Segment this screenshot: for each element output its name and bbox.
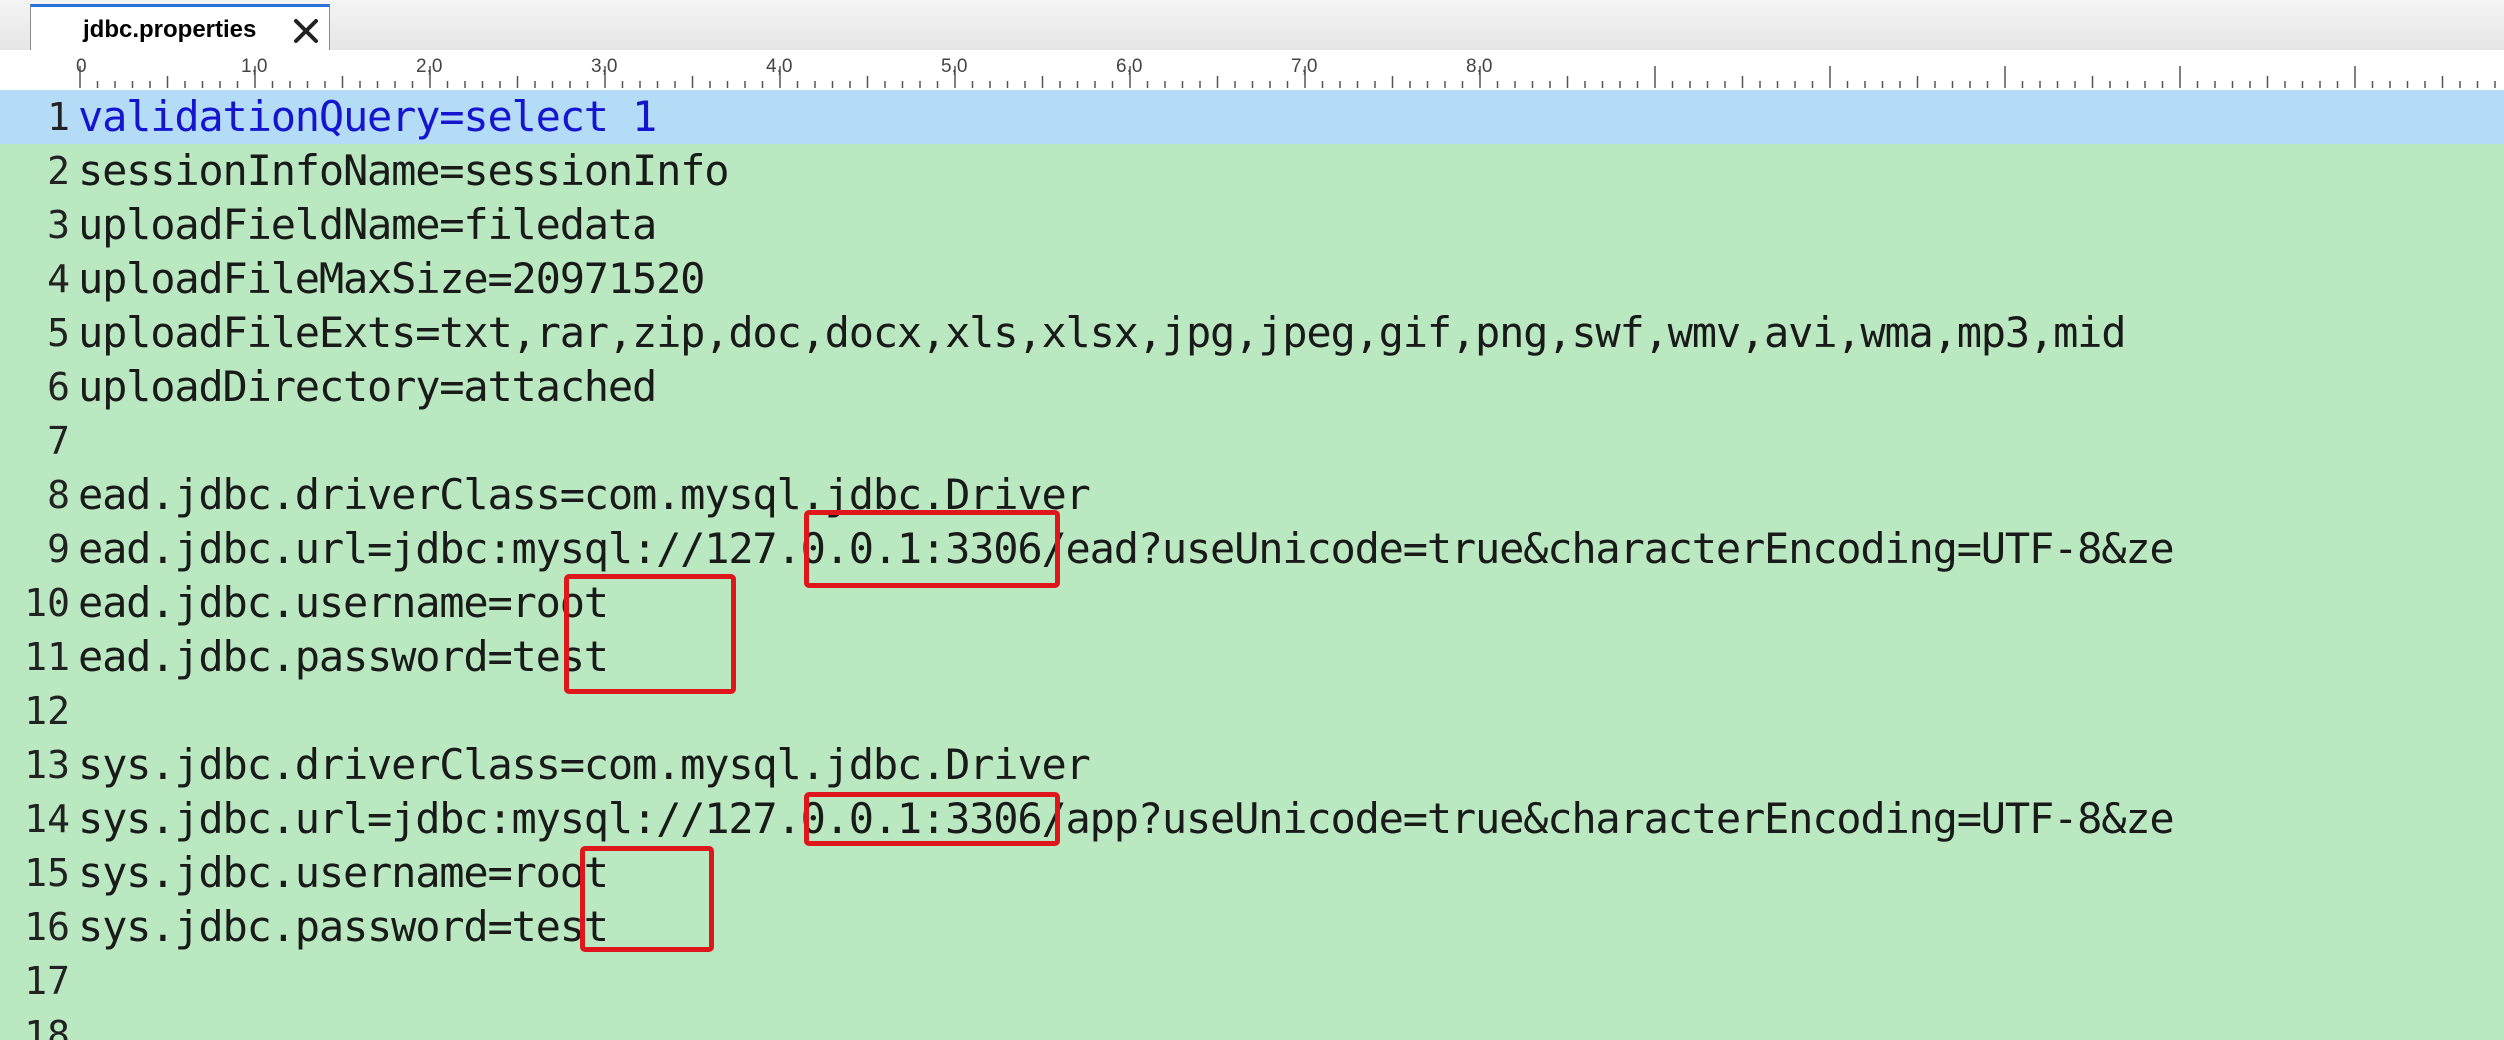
editor-line[interactable]: 1 validationQuery=select 1 [0,90,2504,144]
line-text[interactable]: ead.jdbc.url=jdbc:mysql://127.0.0.1:3306… [78,522,2175,576]
editor-line[interactable]: 10 ead.jdbc.username=root [0,576,2504,630]
line-text[interactable]: sys.jdbc.username=root [78,846,609,900]
editor-line[interactable]: 11 ead.jdbc.password=test [0,630,2504,684]
ruler-label: 2,0 [416,56,443,77]
ruler-label: 7,0 [1291,56,1318,77]
line-number: 14 [24,797,70,841]
line-number: 3 [47,203,70,247]
line-number: 6 [47,365,70,409]
line-text[interactable]: uploadFileExts=txt,rar,zip,doc,docx,xls,… [78,306,2127,360]
line-number: 16 [24,905,70,949]
editor-line[interactable]: 3 uploadFieldName=filedata [0,198,2504,252]
editor-line[interactable]: 5 uploadFileExts=txt,rar,zip,doc,docx,xls… [0,306,2504,360]
line-text[interactable]: ead.jdbc.password=test [78,630,609,684]
line-text[interactable]: sessionInfoName=sessionInfo [78,144,730,198]
editor-line[interactable]: 9 ead.jdbc.url=jdbc:mysql://127.0.0.1:330… [0,522,2504,576]
tab-bar: jdbc.properties [0,0,2504,51]
ruler-label: 3,0 [591,56,618,77]
line-text[interactable]: ead.jdbc.driverClass=com.mysql.jdbc.Driv… [78,468,1091,522]
line-number: 5 [47,311,70,355]
editor-line[interactable]: 15 sys.jdbc.username=root [0,846,2504,900]
line-text[interactable]: uploadFieldName=filedata [78,198,657,252]
line-number: 8 [47,473,70,517]
ruler-label: 8,0 [1466,56,1493,77]
line-number: 2 [47,149,70,193]
line-number: 9 [47,527,70,571]
line-number: 12 [24,689,70,733]
line-text[interactable]: validationQuery=select 1 [78,90,657,144]
close-icon[interactable] [289,16,323,46]
text-editor[interactable]: 1 validationQuery=select 1 2 sessionInfoNam… [0,90,2504,1040]
editor-line[interactable]: 17 [0,954,2504,1008]
editor-line[interactable]: 8 ead.jdbc.driverClass=com.mysql.jdbc.Dri… [0,468,2504,522]
editor-line[interactable]: 13 sys.jdbc.driverClass=com.mysql.jdbc.Dr… [0,738,2504,792]
line-number: 17 [24,959,70,1003]
ruler-ticks [79,66,2496,88]
line-text[interactable]: uploadDirectory=attached [78,360,657,414]
line-number: 4 [47,257,70,301]
ruler-label: 0 [76,56,87,77]
line-number: 10 [24,581,70,625]
file-tab-label: jdbc.properties [83,16,257,43]
ruler-label: 1,0 [241,56,268,77]
line-text[interactable]: uploadFileMaxSize=20971520 [78,252,705,306]
editor-line[interactable]: 18 [0,1008,2504,1040]
line-text[interactable]: ead.jdbc.username=root [78,576,609,630]
line-number: 18 [24,1013,70,1040]
line-text[interactable]: sys.jdbc.driverClass=com.mysql.jdbc.Driv… [78,738,1091,792]
editor-line[interactable]: 16 sys.jdbc.password=test [0,900,2504,954]
ruler-label: 5,0 [941,56,968,77]
editor-line[interactable]: 12 [0,684,2504,738]
line-number: 13 [24,743,70,787]
file-tab[interactable]: jdbc.properties [30,4,330,50]
column-ruler: 0 1,0 2,0 3,0 4,0 5,0 6,0 7,0 8,0 [0,50,2504,91]
editor-line[interactable]: 14 sys.jdbc.url=jdbc:mysql://127.0.0.1:33… [0,792,2504,846]
editor-line[interactable]: 7 [0,414,2504,468]
line-number: 11 [24,635,70,679]
editor-line[interactable]: 2 sessionInfoName=sessionInfo [0,144,2504,198]
line-text[interactable]: sys.jdbc.password=test [78,900,609,954]
ruler-label: 4,0 [766,56,793,77]
line-text[interactable]: sys.jdbc.url=jdbc:mysql://127.0.0.1:3306… [78,792,2175,846]
ruler-label: 6,0 [1116,56,1143,77]
editor-line[interactable]: 6 uploadDirectory=attached [0,360,2504,414]
line-number: 7 [47,419,70,463]
line-number: 1 [47,95,70,139]
line-number: 15 [24,851,70,895]
editor-line[interactable]: 4 uploadFileMaxSize=20971520 [0,252,2504,306]
